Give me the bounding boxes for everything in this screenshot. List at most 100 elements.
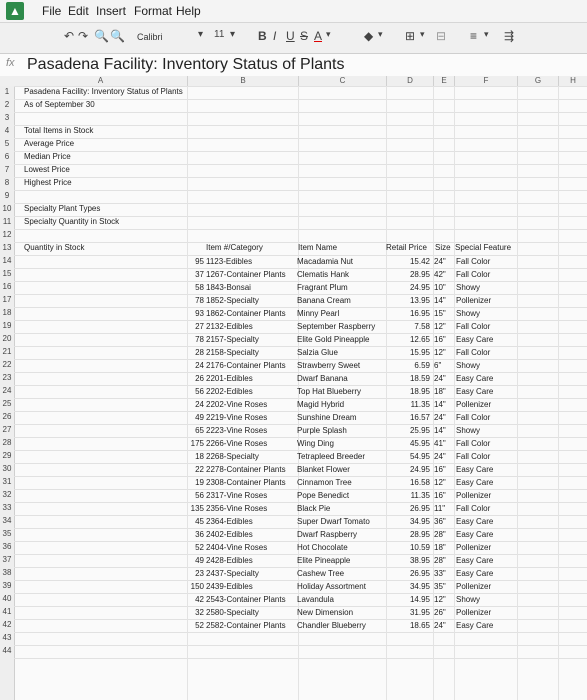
retail-price-cell[interactable]: 11.35: [386, 400, 430, 409]
retail-price-cell[interactable]: 54.95: [386, 452, 430, 461]
item-category-cell[interactable]: 2268-Specialty: [206, 452, 259, 461]
column-header-a[interactable]: A: [14, 76, 188, 86]
header-size[interactable]: Size: [435, 243, 451, 252]
special-feature-cell[interactable]: Fall Color: [456, 439, 490, 448]
retail-price-cell[interactable]: 38.95: [386, 556, 430, 565]
item-category-cell[interactable]: 2202-Edibles: [206, 387, 253, 396]
special-feature-cell[interactable]: Showy: [456, 309, 480, 318]
quantity-cell[interactable]: 49: [180, 556, 204, 565]
item-name-cell[interactable]: Clematis Hank: [297, 270, 349, 279]
quantity-cell[interactable]: 32: [180, 608, 204, 617]
retail-price-cell[interactable]: 34.95: [386, 517, 430, 526]
size-cell[interactable]: 33": [434, 569, 446, 578]
item-category-cell[interactable]: 2404-Vine Roses: [206, 543, 267, 552]
quantity-cell[interactable]: 93: [180, 309, 204, 318]
retail-price-cell[interactable]: 34.95: [386, 582, 430, 591]
item-category-cell[interactable]: 1862-Container Plants: [206, 309, 286, 318]
retail-price-cell[interactable]: 12.65: [386, 335, 430, 344]
item-category-cell[interactable]: 2132-Edibles: [206, 322, 253, 331]
size-cell[interactable]: 16": [434, 335, 446, 344]
chevron-down-icon[interactable]: ▾: [326, 29, 331, 40]
special-feature-cell[interactable]: Showy: [456, 283, 480, 292]
retail-price-cell[interactable]: 16.57: [386, 413, 430, 422]
item-category-cell[interactable]: 2278-Container Plants: [206, 465, 286, 474]
underline-button[interactable]: U: [286, 29, 295, 43]
size-cell[interactable]: 41": [434, 439, 446, 448]
zoom-out-icon[interactable]: 🔍: [110, 29, 125, 43]
row-number[interactable]: 33: [0, 503, 14, 512]
size-cell[interactable]: 12": [434, 322, 446, 331]
item-category-cell[interactable]: 1267-Container Plants: [206, 270, 286, 279]
column-header-f[interactable]: F: [455, 76, 518, 86]
item-name-cell[interactable]: Dwarf Raspberry: [297, 530, 357, 539]
item-category-cell[interactable]: 2364-Edibles: [206, 517, 253, 526]
undo-icon[interactable]: ↶: [64, 29, 74, 43]
retail-price-cell[interactable]: 7.58: [386, 322, 430, 331]
chevron-down-icon[interactable]: ▾: [420, 29, 425, 40]
retail-price-cell[interactable]: 18.65: [386, 621, 430, 630]
special-feature-cell[interactable]: Easy Care: [456, 621, 493, 630]
retail-price-cell[interactable]: 28.95: [386, 270, 430, 279]
special-feature-cell[interactable]: Showy: [456, 361, 480, 370]
special-feature-cell[interactable]: Pollenizer: [456, 491, 491, 500]
special-feature-cell[interactable]: Easy Care: [456, 530, 493, 539]
row-number[interactable]: 4: [0, 126, 14, 135]
quantity-cell[interactable]: 22: [180, 465, 204, 474]
size-cell[interactable]: 24": [434, 413, 446, 422]
size-cell[interactable]: 15": [434, 309, 446, 318]
quantity-cell[interactable]: 28: [180, 348, 204, 357]
retail-price-cell[interactable]: 6.59: [386, 361, 430, 370]
retail-price-cell[interactable]: 15.42: [386, 257, 430, 266]
merge-cells-icon[interactable]: ⊟: [436, 29, 446, 43]
size-cell[interactable]: 11": [434, 504, 445, 513]
size-cell[interactable]: 16": [434, 465, 446, 474]
retail-price-cell[interactable]: 26.95: [386, 569, 430, 578]
item-category-cell[interactable]: 2402-Edibles: [206, 530, 253, 539]
special-feature-cell[interactable]: Easy Care: [456, 465, 493, 474]
row-number[interactable]: 7: [0, 165, 14, 174]
average-price-label[interactable]: Average Price: [24, 139, 74, 148]
special-feature-cell[interactable]: Fall Color: [456, 270, 490, 279]
quantity-cell[interactable]: 56: [180, 387, 204, 396]
row-number[interactable]: 30: [0, 464, 14, 473]
item-name-cell[interactable]: Lavandula: [297, 595, 334, 604]
column-header-d[interactable]: D: [387, 76, 434, 86]
row-number[interactable]: 41: [0, 607, 14, 616]
row-number[interactable]: 18: [0, 308, 14, 317]
item-category-cell[interactable]: 2437-Specialty: [206, 569, 259, 578]
lowest-price-label[interactable]: Lowest Price: [24, 165, 70, 174]
item-name-cell[interactable]: Cinnamon Tree: [297, 478, 352, 487]
item-name-cell[interactable]: Sunshine Dream: [297, 413, 357, 422]
item-category-cell[interactable]: 2176-Container Plants: [206, 361, 286, 370]
retail-price-cell[interactable]: 18.59: [386, 374, 430, 383]
row-number[interactable]: 37: [0, 555, 14, 564]
size-cell[interactable]: 12": [434, 595, 446, 604]
chevron-down-icon[interactable]: ▾: [198, 29, 203, 40]
column-header-g[interactable]: G: [518, 76, 559, 86]
redo-icon[interactable]: ↷: [78, 29, 88, 43]
row-number[interactable]: 14: [0, 256, 14, 265]
item-name-cell[interactable]: Pope Benedict: [297, 491, 349, 500]
item-name-cell[interactable]: Minny Pearl: [297, 309, 339, 318]
header-special-feature[interactable]: Special Feature: [455, 243, 511, 252]
special-feature-cell[interactable]: Easy Care: [456, 569, 493, 578]
item-name-cell[interactable]: Dwarf Banana: [297, 374, 348, 383]
align-icon[interactable]: ≡: [470, 29, 477, 43]
highest-price-label[interactable]: Highest Price: [24, 178, 72, 187]
header-quantity[interactable]: Quantity in Stock: [24, 243, 84, 252]
strikethrough-button[interactable]: S: [300, 29, 308, 43]
size-cell[interactable]: 28": [434, 530, 446, 539]
total-items-label[interactable]: Total Items in Stock: [24, 126, 93, 135]
size-cell[interactable]: 6": [434, 361, 441, 370]
item-name-cell[interactable]: Magid Hybrid: [297, 400, 344, 409]
quantity-cell[interactable]: 56: [180, 491, 204, 500]
formula-content[interactable]: Pasadena Facility: Inventory Status of P…: [27, 56, 345, 74]
retail-price-cell[interactable]: 10.59: [386, 543, 430, 552]
size-cell[interactable]: 42": [434, 270, 446, 279]
row-number[interactable]: 31: [0, 477, 14, 486]
size-cell[interactable]: 28": [434, 556, 446, 565]
row-number[interactable]: 39: [0, 581, 14, 590]
quantity-cell[interactable]: 78: [180, 335, 204, 344]
row-number[interactable]: 28: [0, 438, 14, 447]
item-name-cell[interactable]: Cashew Tree: [297, 569, 344, 578]
